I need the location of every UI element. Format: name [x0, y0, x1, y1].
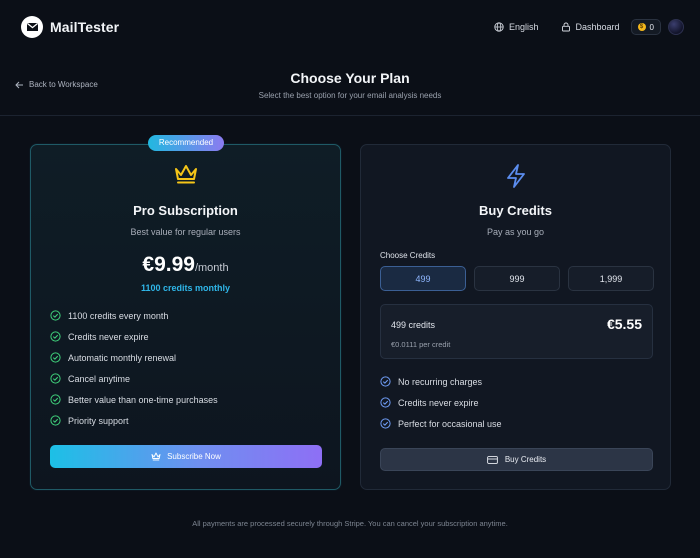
page-title: Choose Your Plan — [290, 70, 410, 86]
feature-label: Better value than one-time purchases — [68, 394, 218, 405]
credit-balance-badge[interactable]: $ 0 — [630, 19, 661, 35]
top-navigation: MailTester English Dashboard $ 0 — [0, 0, 700, 54]
check-circle-icon — [380, 397, 391, 408]
check-circle-icon — [50, 415, 61, 426]
pro-price-amount: €9.99 — [142, 253, 195, 276]
lock-icon — [561, 22, 570, 32]
pro-feature-list: 1100 credits every month Credits never e… — [50, 305, 218, 431]
list-item: No recurring charges — [380, 371, 502, 392]
pro-title: Pro Subscription — [133, 203, 238, 218]
header-divider — [0, 115, 700, 116]
pro-price: €9.99/month — [31, 253, 340, 277]
choose-credits-label: Choose Credits — [380, 251, 436, 260]
check-circle-icon — [50, 373, 61, 384]
credit-option-1999[interactable]: 1,999 — [568, 266, 654, 291]
pro-price-period: /month — [194, 262, 229, 274]
pro-subscription-card: Pro Subscription Best value for regular … — [30, 144, 341, 490]
subscribe-label: Subscribe Now — [167, 452, 221, 461]
buy-credits-card: Buy Credits Pay as you go Choose Credits… — [360, 144, 671, 490]
credit-option-499[interactable]: 499 — [380, 266, 466, 291]
credit-balance-value: 0 — [649, 22, 654, 32]
list-item: Priority support — [50, 410, 218, 431]
feature-label: Automatic monthly renewal — [68, 352, 177, 363]
recommended-badge: Recommended — [148, 135, 224, 151]
list-item: Credits never expire — [50, 326, 218, 347]
crown-icon — [31, 163, 340, 185]
list-item: Credits never expire — [380, 392, 502, 413]
check-circle-icon — [50, 352, 61, 363]
page-subtitle: Select the best option for your email an… — [258, 91, 442, 100]
credits-feature-list: No recurring charges Credits never expir… — [380, 371, 502, 434]
credit-card-icon — [486, 455, 498, 464]
feature-label: Credits never expire — [68, 331, 149, 342]
brand[interactable]: MailTester — [21, 16, 119, 38]
subscribe-now-button[interactable]: Subscribe Now — [50, 445, 322, 468]
summary-price: €5.55 — [606, 316, 642, 332]
nav-actions: English Dashboard $ 0 — [494, 19, 684, 35]
buy-credits-button[interactable]: Buy Credits — [380, 448, 653, 471]
check-circle-icon — [380, 418, 391, 429]
feature-label: Perfect for occasional use — [398, 418, 502, 429]
feature-label: No recurring charges — [398, 376, 483, 387]
dashboard-label: Dashboard — [575, 22, 620, 32]
credit-summary-box: 499 credits €0.0111 per credit €5.55 — [380, 304, 653, 359]
crown-small-icon — [151, 452, 161, 461]
summary-credits: 499 credits — [391, 320, 436, 330]
pro-credits-note: 1100 credits monthly — [140, 283, 231, 293]
coin-icon: $ — [637, 23, 646, 31]
language-label: English — [508, 22, 539, 32]
list-item: 1100 credits every month — [50, 305, 218, 326]
check-circle-icon — [380, 376, 391, 387]
summary-per-credit: €0.0111 per credit — [391, 340, 451, 349]
footer-note: All payments are processed securely thro… — [192, 519, 508, 528]
feature-label: Cancel anytime — [68, 373, 131, 384]
list-item: Perfect for occasional use — [380, 413, 502, 434]
feature-label: Credits never expire — [398, 397, 479, 408]
globe-icon — [494, 22, 504, 32]
buy-credits-label: Buy Credits — [504, 455, 547, 464]
credit-option-999[interactable]: 999 — [474, 266, 560, 291]
language-selector[interactable]: English — [494, 22, 539, 32]
check-circle-icon — [50, 394, 61, 405]
lightning-bolt-icon — [361, 163, 670, 189]
credits-title: Buy Credits — [479, 203, 552, 218]
dashboard-link[interactable]: Dashboard — [561, 22, 620, 32]
check-circle-icon — [50, 331, 61, 342]
credit-options: 499 999 1,999 — [380, 266, 654, 291]
feature-label: Priority support — [68, 415, 129, 426]
list-item: Automatic monthly renewal — [50, 347, 218, 368]
list-item: Cancel anytime — [50, 368, 218, 389]
brand-name: MailTester — [50, 19, 120, 35]
mail-logo-icon — [21, 16, 43, 38]
pro-subtitle: Best value for regular users — [130, 227, 241, 237]
check-circle-icon — [50, 310, 61, 321]
credits-subtitle: Pay as you go — [486, 227, 545, 237]
list-item: Better value than one-time purchases — [50, 389, 218, 410]
feature-label: 1100 credits every month — [68, 310, 169, 321]
avatar[interactable] — [668, 19, 684, 35]
